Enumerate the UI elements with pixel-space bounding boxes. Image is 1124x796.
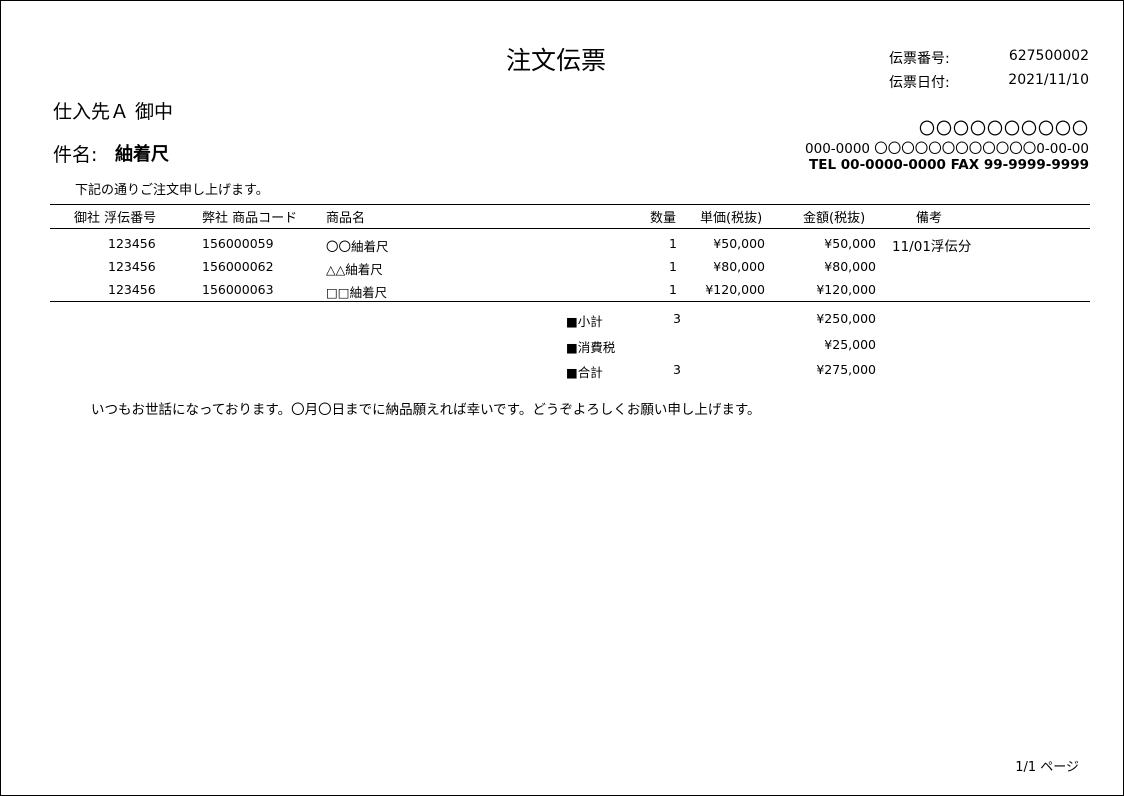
slip-date-value: 2021/11/10 [1008,72,1089,88]
cell-remarks: 11/01浮伝分 [892,239,972,255]
slip-date-label: 伝票日付: [889,75,950,91]
cell-product-name: □□紬着尺 [326,285,388,300]
header-amount: 金額(税抜) [803,211,866,226]
total-label: ■合計 [566,365,603,380]
table-header-rule [50,228,1090,229]
company-contact: TEL 00-0000-0000 FAX 99-9999-9999 [809,157,1089,173]
cell-quantity: 1 [669,282,677,297]
cell-amount: ¥50,000 [824,236,876,251]
total-amount: ¥275,000 [816,362,876,377]
subject-label: 件名: [53,144,98,166]
cell-product-code: 156000059 [202,236,274,251]
company-name: 〇〇〇〇〇〇〇〇〇〇 [918,119,1089,138]
tax-amount: ¥25,000 [824,337,876,352]
cell-product-name: 〇〇紬着尺 [326,239,389,254]
cell-product-code: 156000063 [202,282,274,297]
intro-text: 下記の通りご注文申し上げます。 [75,183,269,198]
total-quantity: 3 [673,362,681,377]
cell-amount: ¥120,000 [816,282,876,297]
subtotal-amount: ¥250,000 [816,311,876,326]
slip-number-value: 627500002 [1008,48,1089,64]
slip-number-label: 伝票番号: [889,51,950,67]
cell-unit-price: ¥120,000 [705,282,765,297]
subtotal-label: ■小計 [566,314,603,329]
header-unit-price: 単価(税抜) [700,211,763,226]
cell-quantity: 1 [669,236,677,251]
cell-amount: ¥80,000 [824,259,876,274]
table-top-rule [50,204,1090,205]
header-client-slip-no: 御社 浮伝番号 [74,211,157,226]
cell-client-slip-no: 123456 [108,259,156,274]
cell-client-slip-no: 123456 [108,236,156,251]
page-indicator: 1/1 ページ [1015,760,1079,775]
cell-product-name: △△紬着尺 [326,262,383,277]
subject-value: 紬着尺 [115,144,169,165]
closing-note: いつもお世話になっております。〇月〇日までに納品願えれば幸いです。どうぞよろしく… [91,402,761,418]
tax-label: ■消費税 [566,340,616,355]
recipient: 仕入先Ａ 御中 [53,101,174,123]
cell-product-code: 156000062 [202,259,274,274]
subtotal-quantity: 3 [673,311,681,326]
order-slip-page: 注文伝票 伝票番号: 627500002 伝票日付: 2021/11/10 仕入… [0,0,1124,796]
cell-quantity: 1 [669,259,677,274]
header-product-code: 弊社 商品コード [202,211,298,226]
header-quantity: 数量 [650,211,677,226]
table-bottom-rule [50,301,1090,302]
cell-client-slip-no: 123456 [108,282,156,297]
cell-unit-price: ¥80,000 [713,259,765,274]
cell-unit-price: ¥50,000 [713,236,765,251]
company-address: 000-0000 〇〇〇〇〇〇〇〇〇〇〇〇0-00-00 [805,141,1089,157]
header-product-name: 商品名 [326,211,366,226]
header-remarks: 備考 [916,211,943,226]
